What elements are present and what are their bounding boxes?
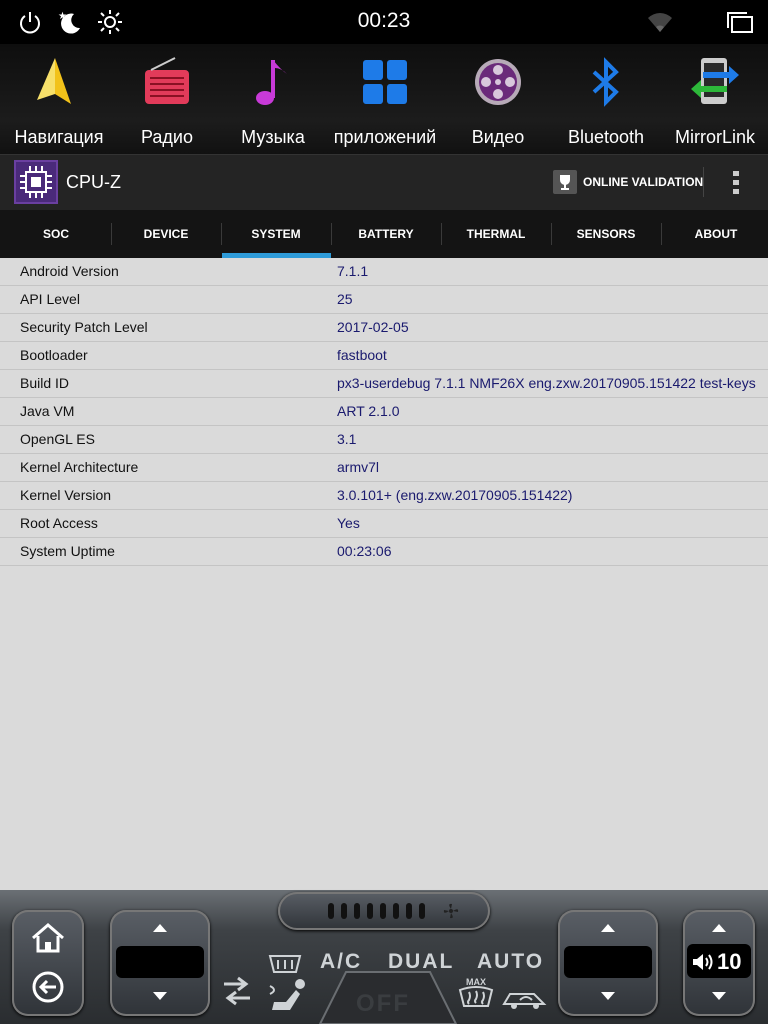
info-value: Yes [337,515,360,531]
info-row: OpenGL ES 3.1 [0,426,768,454]
volume-up-arrow-icon[interactable] [712,924,726,932]
info-label: Android Version [20,263,119,279]
app-applications[interactable]: приложений [334,44,436,154]
app-radio[interactable]: Радио [120,44,214,154]
off-label[interactable]: OFF [356,990,410,1018]
svg-text:MAX: MAX [466,977,486,987]
info-value: 3.1 [337,431,357,447]
info-row: Build ID px3-userdebug 7.1.1 NMF26X eng.… [0,370,768,398]
app-launcher: Навигация Радио Музыка приложений Видео … [0,44,768,154]
info-label: API Level [20,291,80,307]
info-value: armv7l [337,459,380,475]
tab-bar: SOC DEVICE SYSTEM BATTERY THERMAL SENSOR… [0,210,768,258]
info-label: OpenGL ES [20,431,95,447]
info-row: API Level 25 [0,286,768,314]
fan-icon [443,903,459,919]
recirculation-icon[interactable] [220,974,254,1008]
temp-up-arrow-icon[interactable] [153,924,167,932]
car-airflow-icon[interactable] [500,986,552,1012]
defrost-rear-icon[interactable] [268,952,302,974]
app-navigation[interactable]: Навигация [12,44,106,154]
nav-buttons-panel [12,910,84,1016]
info-value: 25 [337,291,353,307]
recent-apps-icon[interactable] [726,8,754,36]
online-validation-button[interactable]: ONLINE VALIDATION [553,168,703,196]
volume-display: 10 [687,944,751,978]
apps-grid-icon [363,60,407,104]
bluetooth-icon [592,57,619,107]
auto-label[interactable]: AUTO [477,950,544,974]
info-label: Root Access [20,515,98,531]
tab-system[interactable]: SYSTEM [221,210,331,258]
info-row: System Uptime 00:23:06 [0,538,768,566]
app-video[interactable]: Видео [451,44,545,154]
status-bar: ★ 00:23 [0,0,768,44]
info-label: Build ID [20,375,70,391]
info-label: Kernel Architecture [20,459,139,475]
app-title: CPU-Z [66,172,121,192]
divider [703,167,704,197]
info-value: 2017-02-05 [337,319,409,335]
left-temperature-control [110,910,210,1016]
temp-down-arrow-icon[interactable] [601,992,615,1000]
info-label: System Uptime [20,543,115,559]
tab-sensors[interactable]: SENSORS [551,210,661,258]
video-reel-icon [475,59,521,105]
info-row: Kernel Version 3.0.101+ (eng.zxw.2017090… [0,482,768,510]
tab-device[interactable]: DEVICE [111,210,221,258]
right-temperature-control [558,910,658,1016]
climate-control-bar: A/C DUAL AUTO OFF MAX 10 [0,890,768,1024]
wifi-icon [648,13,672,32]
app-mirrorlink[interactable]: MirrorLink [668,44,762,154]
temp-down-arrow-icon[interactable] [153,992,167,1000]
info-value: 3.0.101+ (eng.zxw.20170905.151422) [337,487,573,503]
info-label: Bootloader [20,347,88,363]
info-row: Android Version 7.1.1 [0,258,768,286]
radio-icon [145,57,189,104]
fan-speed-indicator [328,903,425,919]
app-label: MirrorLink [674,127,755,147]
info-value: 00:23:06 [337,543,392,559]
tab-thermal[interactable]: THERMAL [441,210,551,258]
info-row: Bootloader fastboot [0,342,768,370]
app-bluetooth[interactable]: Bluetooth [559,44,653,154]
fan-speed-bar[interactable] [278,892,490,930]
trophy-icon [553,170,577,194]
info-value: ART 2.1.0 [337,403,400,419]
info-row: Kernel Architecture armv7l [0,454,768,482]
speaker-icon [693,954,713,970]
info-value: fastboot [337,347,387,363]
tab-soc[interactable]: SOC [1,210,111,258]
temp-up-arrow-icon[interactable] [601,924,615,932]
tab-about[interactable]: ABOUT [661,210,768,258]
info-value: px3-userdebug 7.1.1 NMF26X eng.zxw.20170… [337,375,756,391]
left-temp-display [116,946,204,978]
info-value: 7.1.1 [337,263,369,279]
info-row: Security Patch Level 2017-02-05 [0,314,768,342]
volume-control: 10 [683,910,755,1016]
right-temp-display [564,946,652,978]
defrost-front-max-icon[interactable]: MAX [458,976,494,1010]
info-row: Java VM ART 2.1.0 [0,398,768,426]
info-row: Root Access Yes [0,510,768,538]
info-label: Kernel Version [20,487,112,503]
cpu-z-logo [14,160,58,204]
mirrorlink-icon [691,58,739,104]
chip-icon [20,166,52,198]
info-label: Security Patch Level [20,319,148,335]
system-info-list: Android Version 7.1.1 API Level 25 Secur… [0,258,768,890]
app-bar: CPU-Z ONLINE VALIDATION [0,154,768,210]
seat-airflow-icon[interactable] [266,976,312,1016]
home-icon[interactable] [30,922,66,954]
validation-label: ONLINE VALIDATION [583,175,704,189]
music-icon [256,60,287,105]
back-icon[interactable] [30,970,66,1004]
navigation-icon [37,58,71,104]
info-label: Java VM [20,403,75,419]
volume-level: 10 [717,949,742,974]
app-music[interactable]: Музыка [226,44,320,154]
overflow-menu-icon[interactable] [726,169,746,197]
tab-battery[interactable]: BATTERY [331,210,441,258]
volume-down-arrow-icon[interactable] [712,992,726,1000]
